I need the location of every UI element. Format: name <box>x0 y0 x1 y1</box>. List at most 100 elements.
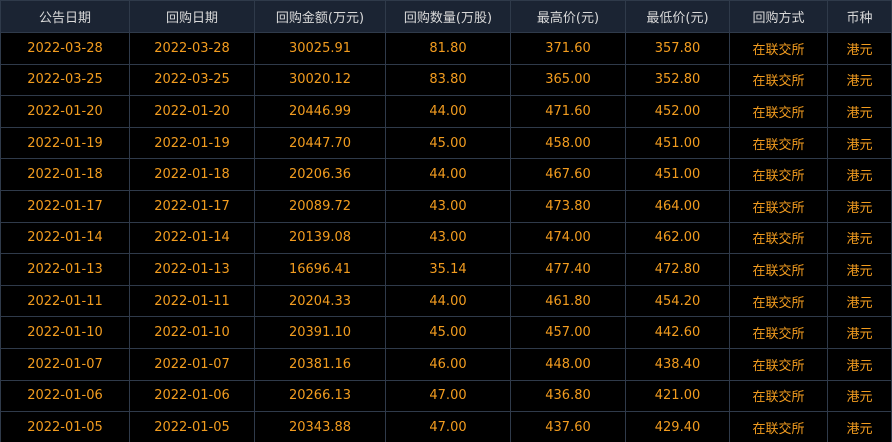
table-row[interactable]: 2022-01-14 2022-01-14 20139.08 43.00 474.00 4… <box>0 221 892 255</box>
cell-announce-date: 2022-01-11 <box>0 284 130 318</box>
cell-buyback-quantity: 44.00 <box>385 158 511 191</box>
cell-buyback-method: 在联交所 <box>729 221 828 255</box>
cell-lowest-price: 451.00 <box>625 126 730 160</box>
cell-buyback-quantity: 43.00 <box>385 221 511 255</box>
cell-highest-price: 477.40 <box>510 253 626 286</box>
cell-lowest-price: 352.80 <box>625 63 730 97</box>
cell-highest-price: 473.80 <box>510 189 626 223</box>
table-row[interactable]: 2022-01-20 2022-01-20 20446.99 44.00 471.60 4… <box>0 95 892 128</box>
cell-lowest-price: 454.20 <box>625 284 730 318</box>
header-lowest-price[interactable]: 最低价(元) <box>625 0 730 33</box>
cell-buyback-amount: 20204.33 <box>254 284 386 318</box>
cell-buyback-amount: 16696.41 <box>254 253 386 286</box>
cell-announce-date: 2022-01-17 <box>0 189 130 223</box>
cell-buyback-date: 2022-01-18 <box>129 158 255 191</box>
cell-announce-date: 2022-01-13 <box>0 253 130 286</box>
cell-announce-date: 2022-01-05 <box>0 411 130 442</box>
table-row[interactable]: 2022-01-06 2022-01-06 20266.13 47.00 436.80 4… <box>0 379 892 413</box>
header-currency[interactable]: 币种 <box>827 0 892 33</box>
cell-buyback-quantity: 43.00 <box>385 189 511 223</box>
cell-highest-price: 457.00 <box>510 316 626 349</box>
cell-announce-date: 2022-01-10 <box>0 316 130 349</box>
cell-currency: 港元 <box>827 411 892 442</box>
cell-announce-date: 2022-01-06 <box>0 379 130 413</box>
cell-buyback-method: 在联交所 <box>729 63 828 97</box>
cell-currency: 港元 <box>827 316 892 349</box>
table-row[interactable]: 2022-03-28 2022-03-28 30025.91 81.80 371.60 3… <box>0 32 892 65</box>
cell-highest-price: 458.00 <box>510 126 626 160</box>
buyback-table-container: 公告日期 回购日期 回购金额(万元) 回购数量(万股) 最高价(元) 最低价(元… <box>0 0 892 442</box>
cell-buyback-quantity: 45.00 <box>385 316 511 349</box>
cell-buyback-amount: 20266.13 <box>254 379 386 413</box>
table-row[interactable]: 2022-01-07 2022-01-07 20381.16 46.00 448.00 4… <box>0 347 892 381</box>
header-highest-price[interactable]: 最高价(元) <box>510 0 626 33</box>
cell-buyback-method: 在联交所 <box>729 189 828 223</box>
cell-lowest-price: 452.00 <box>625 95 730 128</box>
cell-currency: 港元 <box>827 32 892 65</box>
cell-buyback-method: 在联交所 <box>729 411 828 442</box>
cell-buyback-amount: 30020.12 <box>254 63 386 97</box>
cell-announce-date: 2022-01-14 <box>0 221 130 255</box>
cell-lowest-price: 421.00 <box>625 379 730 413</box>
cell-buyback-date: 2022-03-25 <box>129 63 255 97</box>
cell-highest-price: 371.60 <box>510 32 626 65</box>
cell-buyback-quantity: 35.14 <box>385 253 511 286</box>
cell-buyback-date: 2022-01-06 <box>129 379 255 413</box>
cell-lowest-price: 442.60 <box>625 316 730 349</box>
table-row[interactable]: 2022-03-25 2022-03-25 30020.12 83.80 365.00 3… <box>0 63 892 97</box>
cell-currency: 港元 <box>827 379 892 413</box>
cell-buyback-amount: 30025.91 <box>254 32 386 65</box>
cell-buyback-amount: 20391.10 <box>254 316 386 349</box>
table-body: 2022-03-28 2022-03-28 30025.91 81.80 371.60 3… <box>0 32 892 442</box>
cell-buyback-quantity: 44.00 <box>385 284 511 318</box>
cell-highest-price: 448.00 <box>510 347 626 381</box>
cell-buyback-quantity: 44.00 <box>385 95 511 128</box>
cell-buyback-date: 2022-01-20 <box>129 95 255 128</box>
buyback-table: 公告日期 回购日期 回购金额(万元) 回购数量(万股) 最高价(元) 最低价(元… <box>0 0 892 442</box>
table-row[interactable]: 2022-01-18 2022-01-18 20206.36 44.00 467.60 4… <box>0 158 892 191</box>
cell-currency: 港元 <box>827 95 892 128</box>
header-announce-date[interactable]: 公告日期 <box>0 0 130 33</box>
table-row[interactable]: 2022-01-13 2022-01-13 16696.41 35.14 477.40 4… <box>0 253 892 286</box>
cell-currency: 港元 <box>827 347 892 381</box>
cell-buyback-method: 在联交所 <box>729 284 828 318</box>
header-buyback-date[interactable]: 回购日期 <box>129 0 255 33</box>
cell-announce-date: 2022-03-25 <box>0 63 130 97</box>
cell-buyback-amount: 20139.08 <box>254 221 386 255</box>
cell-highest-price: 437.60 <box>510 411 626 442</box>
cell-buyback-amount: 20446.99 <box>254 95 386 128</box>
cell-buyback-quantity: 46.00 <box>385 347 511 381</box>
cell-buyback-method: 在联交所 <box>729 126 828 160</box>
cell-currency: 港元 <box>827 158 892 191</box>
cell-buyback-date: 2022-01-11 <box>129 284 255 318</box>
cell-buyback-method: 在联交所 <box>729 316 828 349</box>
cell-lowest-price: 357.80 <box>625 32 730 65</box>
cell-buyback-method: 在联交所 <box>729 379 828 413</box>
cell-announce-date: 2022-01-07 <box>0 347 130 381</box>
cell-highest-price: 365.00 <box>510 63 626 97</box>
cell-buyback-amount: 20343.88 <box>254 411 386 442</box>
cell-announce-date: 2022-01-18 <box>0 158 130 191</box>
cell-currency: 港元 <box>827 253 892 286</box>
table-row[interactable]: 2022-01-11 2022-01-11 20204.33 44.00 461.80 4… <box>0 284 892 318</box>
cell-buyback-date: 2022-03-28 <box>129 32 255 65</box>
cell-buyback-date: 2022-01-07 <box>129 347 255 381</box>
cell-announce-date: 2022-01-20 <box>0 95 130 128</box>
cell-buyback-quantity: 45.00 <box>385 126 511 160</box>
table-row[interactable]: 2022-01-19 2022-01-19 20447.70 45.00 458.00 4… <box>0 126 892 160</box>
table-row[interactable]: 2022-01-17 2022-01-17 20089.72 43.00 473.80 4… <box>0 189 892 223</box>
header-buyback-method[interactable]: 回购方式 <box>729 0 828 33</box>
table-row[interactable]: 2022-01-05 2022-01-05 20343.88 47.00 437.60 4… <box>0 411 892 442</box>
cell-lowest-price: 429.40 <box>625 411 730 442</box>
header-buyback-amount[interactable]: 回购金额(万元) <box>254 0 386 33</box>
cell-lowest-price: 464.00 <box>625 189 730 223</box>
header-buyback-quantity[interactable]: 回购数量(万股) <box>385 0 511 33</box>
cell-highest-price: 436.80 <box>510 379 626 413</box>
cell-buyback-quantity: 47.00 <box>385 411 511 442</box>
cell-announce-date: 2022-03-28 <box>0 32 130 65</box>
cell-currency: 港元 <box>827 63 892 97</box>
cell-buyback-amount: 20381.16 <box>254 347 386 381</box>
cell-lowest-price: 472.80 <box>625 253 730 286</box>
cell-announce-date: 2022-01-19 <box>0 126 130 160</box>
table-row[interactable]: 2022-01-10 2022-01-10 20391.10 45.00 457.00 4… <box>0 316 892 349</box>
